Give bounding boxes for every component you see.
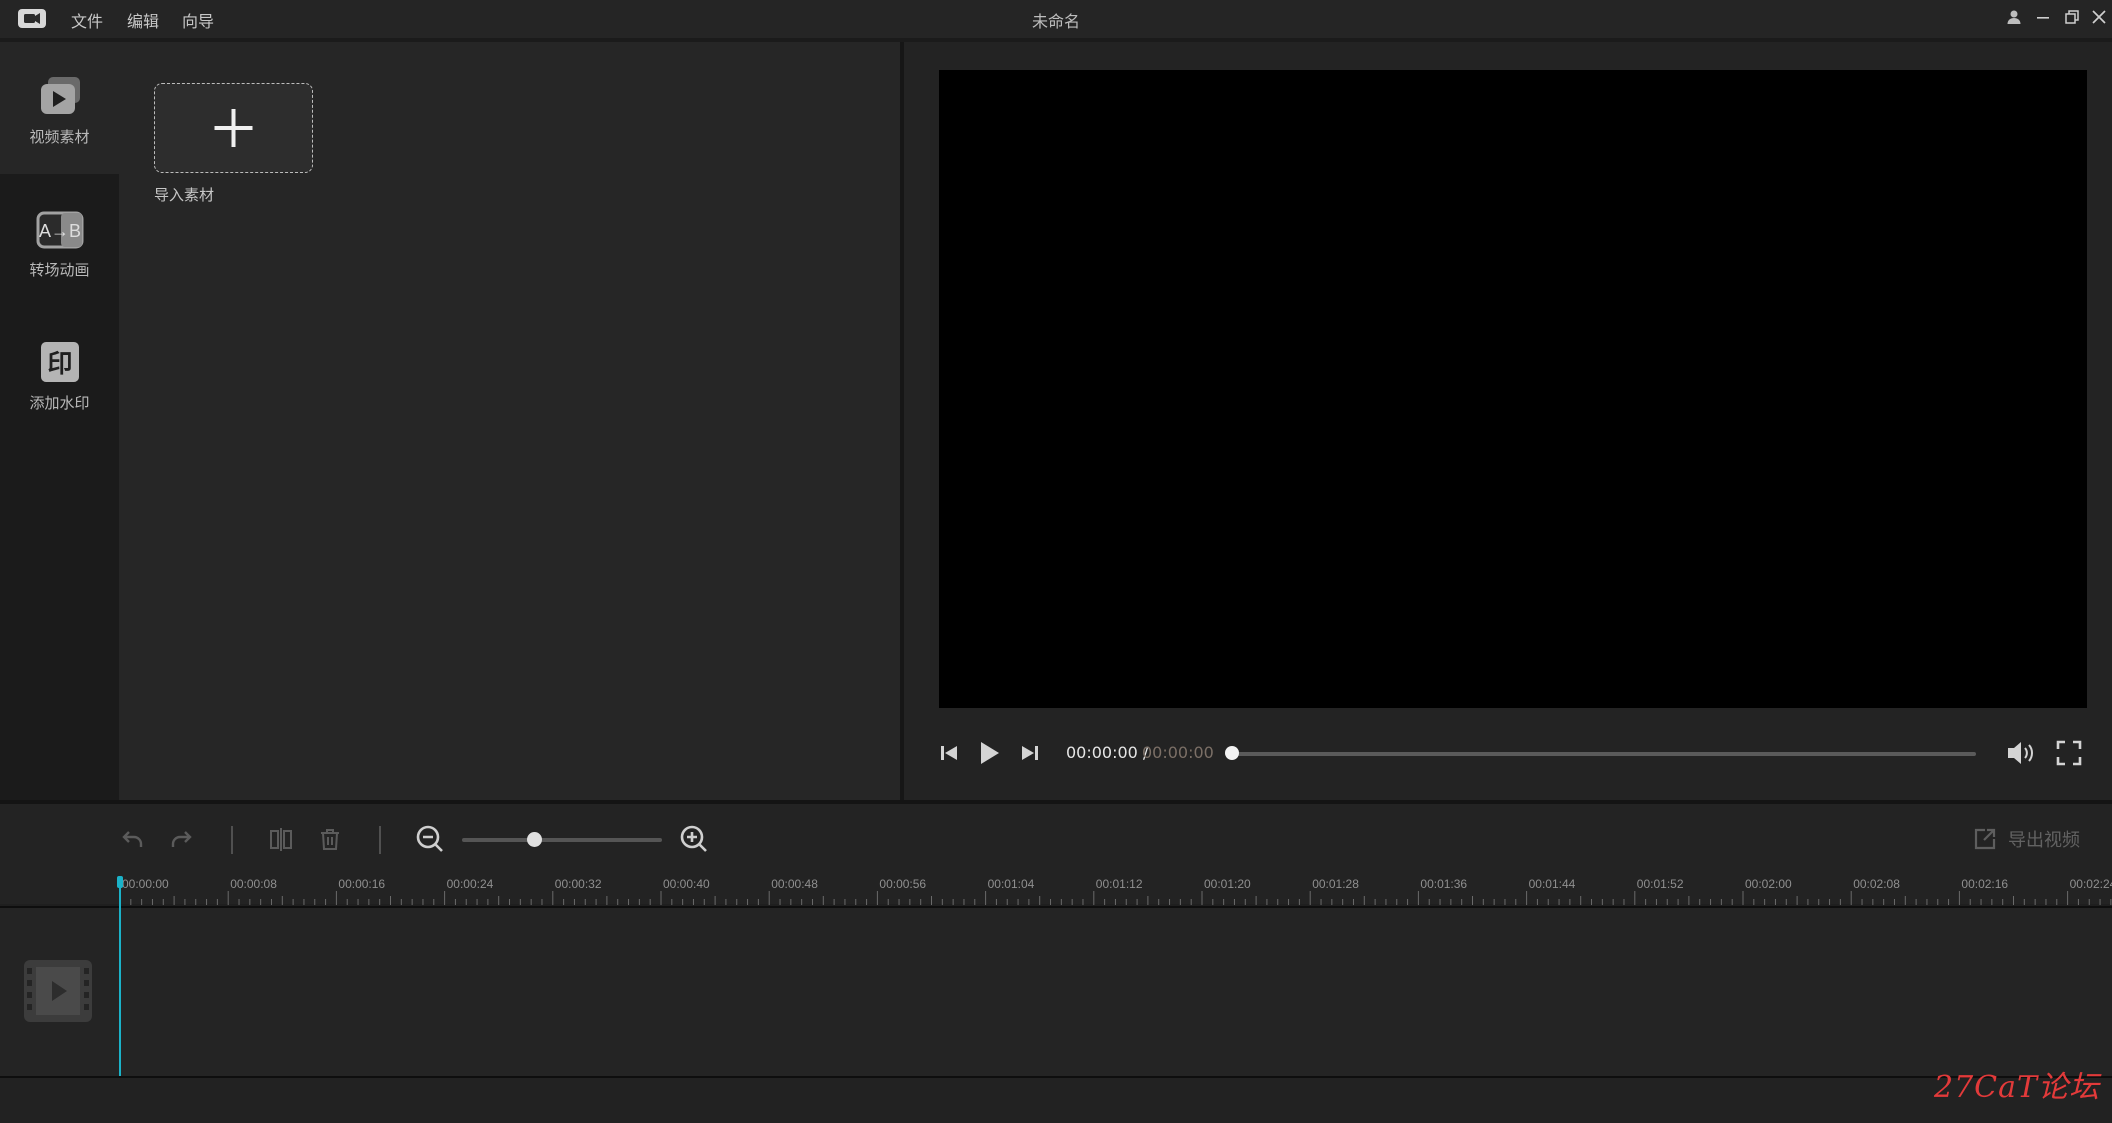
sidebar-item-video-material[interactable]: 视频素材 (0, 42, 119, 174)
minimize-button[interactable] (2032, 6, 2054, 28)
export-video-label: 导出视频 (2008, 830, 2080, 851)
zoom-slider-handle[interactable] (527, 832, 542, 847)
account-button[interactable] (2003, 6, 2025, 28)
ruler-tick-label: 00:02:08 (1853, 877, 1900, 891)
import-material-label: 导入素材 (154, 186, 215, 204)
zoom-slider[interactable] (462, 838, 662, 842)
seek-bar[interactable] (1232, 752, 1976, 756)
ruler-tick-label: 00:00:08 (230, 877, 277, 891)
play-button[interactable] (974, 738, 1004, 768)
ruler-tick-label: 00:01:36 (1420, 877, 1467, 891)
fullscreen-icon (2056, 740, 2082, 766)
video-library-icon (40, 77, 80, 114)
fullscreen-button[interactable] (2054, 738, 2084, 768)
zoom-out-button[interactable] (413, 822, 447, 856)
undo-icon (122, 831, 143, 847)
playhead-handle[interactable] (117, 876, 123, 888)
next-frame-button[interactable] (1017, 740, 1043, 766)
ruler-tick-label: 00:00:00 (122, 877, 169, 891)
forum-watermark: 27CaT论坛 (1934, 1070, 2101, 1105)
transition-ab-icon: A→B (36, 211, 83, 249)
ruler-tick-label: 00:00:40 (663, 877, 710, 891)
redo-button[interactable] (164, 822, 198, 856)
skip-back-icon (941, 746, 957, 760)
plus-icon (214, 109, 253, 147)
sidebar-item-label: 添加水印 (29, 394, 90, 412)
play-icon (981, 742, 999, 764)
watermark-stamp-icon: 印 (40, 342, 79, 382)
close-button[interactable] (2088, 6, 2110, 28)
ruler-tick-label: 00:01:04 (988, 877, 1035, 891)
seek-handle[interactable] (1225, 746, 1239, 760)
volume-icon (2008, 742, 2033, 764)
split-icon (270, 828, 292, 851)
video-preview-screen[interactable] (939, 70, 2087, 708)
ruler-tick-label: 00:02:24 (2070, 877, 2112, 891)
zoom-in-button[interactable] (677, 822, 711, 856)
volume-button[interactable] (2005, 738, 2037, 768)
ruler-tick-label: 00:01:44 (1529, 877, 1576, 891)
ruler-tick-label: 00:02:00 (1745, 877, 1792, 891)
transition-glyph: A→B (38, 221, 80, 241)
ruler-tick-label: 00:00:48 (771, 877, 818, 891)
ruler-tick-label: 00:00:16 (338, 877, 385, 891)
skip-forward-icon (1022, 746, 1038, 760)
trash-icon (321, 829, 339, 850)
timeline-ruler[interactable]: 00:00:00 00:00:08 00:00:16 00:00:24 00:00:32… (119, 874, 2112, 906)
sidebar-item-watermark[interactable]: 印 添加水印 (0, 308, 119, 440)
toolbar-separator (231, 826, 233, 854)
user-icon (2007, 10, 2021, 24)
ruler-tick-label: 00:00:32 (555, 877, 602, 891)
sidebar-item-label: 视频素材 (29, 128, 90, 146)
previous-frame-button[interactable] (936, 740, 962, 766)
toolbar-separator (379, 826, 381, 854)
total-time: 00:00:00 (1142, 743, 1214, 762)
zoom-out-icon (416, 825, 443, 852)
ruler-tick-label: 00:01:20 (1204, 877, 1251, 891)
watermark-glyph: 印 (47, 349, 72, 378)
redo-icon (171, 831, 192, 847)
ruler-tick-label: 00:00:56 (879, 877, 926, 891)
status-area (0, 1078, 2112, 1123)
zoom-in-icon (680, 825, 707, 852)
delete-button[interactable] (313, 822, 347, 856)
ruler-tick-label: 00:01:12 (1096, 877, 1143, 891)
minimize-icon (2037, 17, 2049, 19)
export-video-button[interactable]: 导出视频 (1972, 822, 2080, 856)
window-title: 未命名 (1031, 12, 1080, 31)
undo-button[interactable] (116, 822, 150, 856)
restore-button[interactable] (2061, 6, 2083, 28)
split-button[interactable] (264, 822, 298, 856)
sidebar-item-label: 转场动画 (29, 261, 90, 279)
restore-icon (2065, 10, 2079, 24)
playhead-line[interactable] (119, 878, 121, 1076)
current-time: 00:00:00 / (1066, 743, 1149, 762)
import-material-button[interactable] (154, 83, 313, 173)
ruler-tick-label: 00:01:28 (1312, 877, 1359, 891)
ruler-tick-label: 00:00:24 (447, 877, 494, 891)
close-icon (2092, 10, 2106, 24)
export-icon (1974, 828, 1996, 850)
ruler-tick-label: 00:02:16 (1961, 877, 2008, 891)
sidebar-item-transition[interactable]: A→B 转场动画 (0, 175, 119, 307)
film-strip-icon (24, 960, 92, 1022)
ruler-tick-label: 00:01:52 (1637, 877, 1684, 891)
video-track[interactable] (0, 908, 2112, 1076)
